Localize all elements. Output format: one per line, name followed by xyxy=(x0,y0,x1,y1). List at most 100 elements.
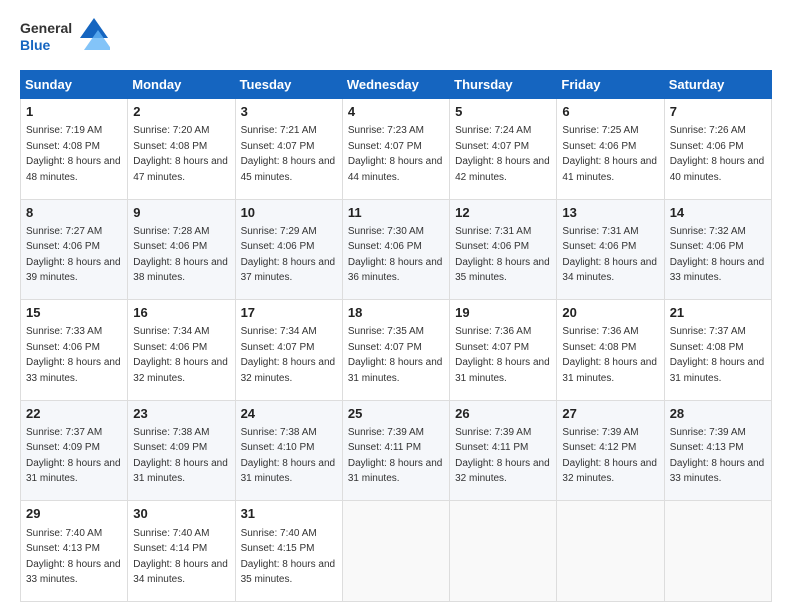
day-number: 30 xyxy=(133,505,229,523)
day-number: 10 xyxy=(241,204,337,222)
day-number: 22 xyxy=(26,405,122,423)
calendar-cell: 7 Sunrise: 7:26 AMSunset: 4:06 PMDayligh… xyxy=(664,99,771,200)
weekday-sunday: Sunday xyxy=(21,71,128,99)
day-info: Sunrise: 7:39 AMSunset: 4:13 PMDaylight:… xyxy=(670,427,765,485)
calendar-cell: 5 Sunrise: 7:24 AMSunset: 4:07 PMDayligh… xyxy=(450,99,557,200)
day-info: Sunrise: 7:38 AMSunset: 4:09 PMDaylight:… xyxy=(133,427,228,485)
day-info: Sunrise: 7:25 AMSunset: 4:06 PMDaylight:… xyxy=(562,125,657,183)
calendar-cell: 13 Sunrise: 7:31 AMSunset: 4:06 PMDaylig… xyxy=(557,199,664,300)
day-number: 9 xyxy=(133,204,229,222)
day-info: Sunrise: 7:20 AMSunset: 4:08 PMDaylight:… xyxy=(133,125,228,183)
calendar-cell: 27 Sunrise: 7:39 AMSunset: 4:12 PMDaylig… xyxy=(557,400,664,501)
calendar-cell: 31 Sunrise: 7:40 AMSunset: 4:15 PMDaylig… xyxy=(235,501,342,602)
day-info: Sunrise: 7:34 AMSunset: 4:07 PMDaylight:… xyxy=(241,326,336,384)
calendar-cell: 10 Sunrise: 7:29 AMSunset: 4:06 PMDaylig… xyxy=(235,199,342,300)
calendar-cell: 9 Sunrise: 7:28 AMSunset: 4:06 PMDayligh… xyxy=(128,199,235,300)
day-info: Sunrise: 7:38 AMSunset: 4:10 PMDaylight:… xyxy=(241,427,336,485)
calendar-table: SundayMondayTuesdayWednesdayThursdayFrid… xyxy=(20,70,772,602)
week-row-3: 15 Sunrise: 7:33 AMSunset: 4:06 PMDaylig… xyxy=(21,300,772,401)
day-info: Sunrise: 7:37 AMSunset: 4:08 PMDaylight:… xyxy=(670,326,765,384)
day-number: 2 xyxy=(133,103,229,121)
calendar-cell: 18 Sunrise: 7:35 AMSunset: 4:07 PMDaylig… xyxy=(342,300,449,401)
calendar-cell xyxy=(342,501,449,602)
page: General Blue SundayMondayTuesdayWednesda… xyxy=(0,0,792,612)
day-info: Sunrise: 7:39 AMSunset: 4:12 PMDaylight:… xyxy=(562,427,657,485)
day-number: 24 xyxy=(241,405,337,423)
day-number: 13 xyxy=(562,204,658,222)
day-number: 7 xyxy=(670,103,766,121)
day-number: 31 xyxy=(241,505,337,523)
calendar-cell: 12 Sunrise: 7:31 AMSunset: 4:06 PMDaylig… xyxy=(450,199,557,300)
calendar-cell: 8 Sunrise: 7:27 AMSunset: 4:06 PMDayligh… xyxy=(21,199,128,300)
week-row-4: 22 Sunrise: 7:37 AMSunset: 4:09 PMDaylig… xyxy=(21,400,772,501)
day-number: 8 xyxy=(26,204,122,222)
day-number: 18 xyxy=(348,304,444,322)
day-info: Sunrise: 7:39 AMSunset: 4:11 PMDaylight:… xyxy=(348,427,443,485)
header: General Blue xyxy=(20,16,772,60)
calendar-cell: 26 Sunrise: 7:39 AMSunset: 4:11 PMDaylig… xyxy=(450,400,557,501)
weekday-saturday: Saturday xyxy=(664,71,771,99)
day-number: 23 xyxy=(133,405,229,423)
day-number: 5 xyxy=(455,103,551,121)
day-info: Sunrise: 7:40 AMSunset: 4:14 PMDaylight:… xyxy=(133,528,228,586)
day-number: 1 xyxy=(26,103,122,121)
svg-text:General: General xyxy=(20,20,72,36)
day-info: Sunrise: 7:33 AMSunset: 4:06 PMDaylight:… xyxy=(26,326,121,384)
calendar-cell: 20 Sunrise: 7:36 AMSunset: 4:08 PMDaylig… xyxy=(557,300,664,401)
calendar-cell: 1 Sunrise: 7:19 AMSunset: 4:08 PMDayligh… xyxy=(21,99,128,200)
day-number: 21 xyxy=(670,304,766,322)
calendar-cell: 4 Sunrise: 7:23 AMSunset: 4:07 PMDayligh… xyxy=(342,99,449,200)
calendar-cell xyxy=(664,501,771,602)
day-number: 16 xyxy=(133,304,229,322)
day-number: 11 xyxy=(348,204,444,222)
calendar-cell: 21 Sunrise: 7:37 AMSunset: 4:08 PMDaylig… xyxy=(664,300,771,401)
day-info: Sunrise: 7:23 AMSunset: 4:07 PMDaylight:… xyxy=(348,125,443,183)
day-number: 20 xyxy=(562,304,658,322)
day-info: Sunrise: 7:24 AMSunset: 4:07 PMDaylight:… xyxy=(455,125,550,183)
calendar-cell: 15 Sunrise: 7:33 AMSunset: 4:06 PMDaylig… xyxy=(21,300,128,401)
day-info: Sunrise: 7:21 AMSunset: 4:07 PMDaylight:… xyxy=(241,125,336,183)
day-number: 12 xyxy=(455,204,551,222)
calendar-cell: 25 Sunrise: 7:39 AMSunset: 4:11 PMDaylig… xyxy=(342,400,449,501)
calendar-cell: 22 Sunrise: 7:37 AMSunset: 4:09 PMDaylig… xyxy=(21,400,128,501)
weekday-wednesday: Wednesday xyxy=(342,71,449,99)
week-row-2: 8 Sunrise: 7:27 AMSunset: 4:06 PMDayligh… xyxy=(21,199,772,300)
day-info: Sunrise: 7:19 AMSunset: 4:08 PMDaylight:… xyxy=(26,125,121,183)
calendar-cell xyxy=(450,501,557,602)
day-info: Sunrise: 7:30 AMSunset: 4:06 PMDaylight:… xyxy=(348,226,443,284)
day-info: Sunrise: 7:34 AMSunset: 4:06 PMDaylight:… xyxy=(133,326,228,384)
day-number: 19 xyxy=(455,304,551,322)
calendar-cell: 24 Sunrise: 7:38 AMSunset: 4:10 PMDaylig… xyxy=(235,400,342,501)
day-info: Sunrise: 7:40 AMSunset: 4:15 PMDaylight:… xyxy=(241,528,336,586)
svg-text:Blue: Blue xyxy=(20,37,51,53)
calendar-cell: 2 Sunrise: 7:20 AMSunset: 4:08 PMDayligh… xyxy=(128,99,235,200)
day-info: Sunrise: 7:26 AMSunset: 4:06 PMDaylight:… xyxy=(670,125,765,183)
calendar-cell: 17 Sunrise: 7:34 AMSunset: 4:07 PMDaylig… xyxy=(235,300,342,401)
day-number: 27 xyxy=(562,405,658,423)
day-info: Sunrise: 7:31 AMSunset: 4:06 PMDaylight:… xyxy=(562,226,657,284)
day-number: 15 xyxy=(26,304,122,322)
weekday-monday: Monday xyxy=(128,71,235,99)
calendar-cell: 28 Sunrise: 7:39 AMSunset: 4:13 PMDaylig… xyxy=(664,400,771,501)
day-info: Sunrise: 7:40 AMSunset: 4:13 PMDaylight:… xyxy=(26,528,121,586)
day-number: 28 xyxy=(670,405,766,423)
weekday-friday: Friday xyxy=(557,71,664,99)
day-number: 26 xyxy=(455,405,551,423)
day-info: Sunrise: 7:32 AMSunset: 4:06 PMDaylight:… xyxy=(670,226,765,284)
week-row-1: 1 Sunrise: 7:19 AMSunset: 4:08 PMDayligh… xyxy=(21,99,772,200)
calendar-cell: 23 Sunrise: 7:38 AMSunset: 4:09 PMDaylig… xyxy=(128,400,235,501)
day-number: 3 xyxy=(241,103,337,121)
calendar-cell xyxy=(557,501,664,602)
calendar-cell: 14 Sunrise: 7:32 AMSunset: 4:06 PMDaylig… xyxy=(664,199,771,300)
calendar-cell: 19 Sunrise: 7:36 AMSunset: 4:07 PMDaylig… xyxy=(450,300,557,401)
day-info: Sunrise: 7:39 AMSunset: 4:11 PMDaylight:… xyxy=(455,427,550,485)
day-info: Sunrise: 7:35 AMSunset: 4:07 PMDaylight:… xyxy=(348,326,443,384)
day-info: Sunrise: 7:28 AMSunset: 4:06 PMDaylight:… xyxy=(133,226,228,284)
calendar-cell: 16 Sunrise: 7:34 AMSunset: 4:06 PMDaylig… xyxy=(128,300,235,401)
weekday-thursday: Thursday xyxy=(450,71,557,99)
day-info: Sunrise: 7:31 AMSunset: 4:06 PMDaylight:… xyxy=(455,226,550,284)
weekday-header-row: SundayMondayTuesdayWednesdayThursdayFrid… xyxy=(21,71,772,99)
logo-svg: General Blue xyxy=(20,16,110,60)
calendar-cell: 29 Sunrise: 7:40 AMSunset: 4:13 PMDaylig… xyxy=(21,501,128,602)
day-info: Sunrise: 7:27 AMSunset: 4:06 PMDaylight:… xyxy=(26,226,121,284)
